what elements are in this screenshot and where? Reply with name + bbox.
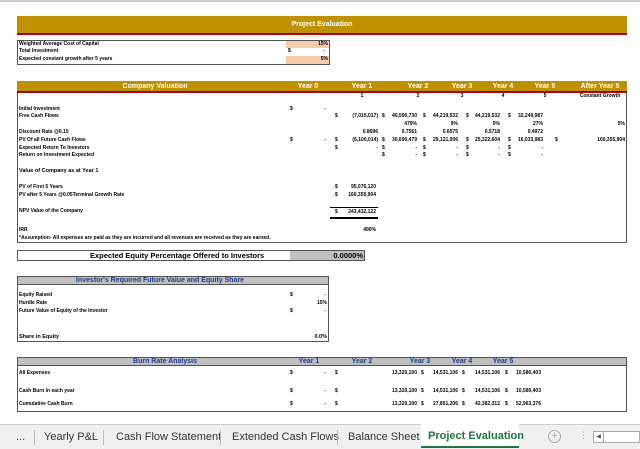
period-number: Constant Growth xyxy=(579,93,621,99)
growth-value: 5% xyxy=(617,121,625,127)
row-label: Hurdle Rate xyxy=(19,300,48,306)
growth-label: Expected constant growth after 5 years xyxy=(19,56,113,62)
tab-yearly-pl[interactable]: Yearly P&L xyxy=(44,429,98,445)
row-label: Expected Return To Investors xyxy=(19,145,90,151)
value: - xyxy=(324,401,326,407)
growth-value: 5% xyxy=(320,56,328,62)
row-label: NPV Value of the Company xyxy=(19,208,83,214)
row-label: PV Of all Future Cash Flows xyxy=(19,137,86,143)
burn-column-header: Year 5 xyxy=(492,358,514,365)
row-label: IRR xyxy=(19,227,28,233)
section-title: Company Valuation xyxy=(122,83,188,90)
row-label: Cash Burn in each year xyxy=(19,388,75,394)
tab-extended-cash-flows[interactable]: Extended Cash Flows xyxy=(232,429,339,445)
column-header-strip xyxy=(0,0,640,2)
value: 15% xyxy=(316,300,327,306)
more-options-icon[interactable]: ⋮ xyxy=(579,430,588,441)
investment-label: Total Investment xyxy=(19,48,59,54)
value: 160,355,904 xyxy=(348,192,376,198)
wacc-label: Weighted Average Cost of Capital xyxy=(19,41,99,47)
value: 95,076,120 xyxy=(350,184,376,190)
tab-divider xyxy=(34,430,35,445)
value: - xyxy=(324,370,326,376)
tab-label: Project Evaluation xyxy=(428,430,524,442)
sheet-tab-bar: ... Yearly P&L Cash Flow Statement Exten… xyxy=(0,424,640,449)
equity-offer-label: Expected Equity Percentage Offered to In… xyxy=(90,251,265,260)
scroll-left-icon[interactable]: ◀ xyxy=(594,432,604,442)
value: 16,033,983 xyxy=(517,137,543,143)
row-label: Discount Rate @0.15 xyxy=(19,129,69,135)
horizontal-scrollbar[interactable]: ◀ xyxy=(593,431,640,443)
value: 160,355,904 xyxy=(597,137,625,143)
tab-divider xyxy=(337,430,338,445)
value: - xyxy=(324,308,326,314)
row-label: Free Cash Flows xyxy=(19,113,59,119)
investment-value: - xyxy=(323,48,325,54)
wacc-value: 15% xyxy=(317,41,328,47)
value: - xyxy=(541,145,543,151)
value: 10,580,403 xyxy=(515,388,541,394)
value: 243,432,122 xyxy=(348,209,376,215)
value: - xyxy=(324,388,326,394)
value: - xyxy=(541,152,543,158)
row-label: Return on Investment Expected xyxy=(19,152,95,158)
tab-divider xyxy=(220,430,221,445)
value: - xyxy=(324,292,326,298)
value: 490% xyxy=(363,227,376,233)
investor-title: Investor's Required Future Value and Equ… xyxy=(75,277,245,284)
share-value: 0.0% xyxy=(314,334,327,340)
row-label: Future Value of Equity of the Investor xyxy=(19,308,108,314)
row-label: PV after 5 Years @0.05Terminal Growth Ra… xyxy=(19,192,125,198)
value: 52,963,376 xyxy=(515,401,541,407)
row-label: All Expenses xyxy=(19,370,51,376)
npv-double-underline xyxy=(330,217,378,219)
assumption-note: *Assumption- All expenses are paid as th… xyxy=(19,235,271,241)
growth-value: 27% xyxy=(532,121,543,127)
page-title: Project Evaluation xyxy=(291,21,353,28)
row-label: Initial Investment xyxy=(19,106,60,112)
tab-balance-sheet[interactable]: Balance Sheet xyxy=(348,429,420,445)
share-label: Share in Equity xyxy=(19,334,60,340)
column-header: After Year 5 xyxy=(580,83,620,90)
value: 10,580,403 xyxy=(515,370,541,376)
row-label: PV of First 5 Years xyxy=(19,184,63,190)
equity-offer-value: 0.0000% xyxy=(333,251,363,260)
tab-more[interactable]: ... xyxy=(16,429,25,445)
title-bar: Project Evaluation xyxy=(17,16,627,35)
row-label: Equity Raised xyxy=(19,292,53,298)
tab-divider xyxy=(103,430,104,445)
add-sheet-icon[interactable]: + xyxy=(548,430,561,443)
tab-project-evaluation[interactable]: Project Evaluation xyxy=(421,424,524,448)
subsection-title: Value of Company as at Year 1 xyxy=(19,168,99,174)
value: 32,249,987 xyxy=(517,113,543,119)
row-label: Cumulative Cash Burn xyxy=(19,401,73,407)
tab-cash-flow-statement[interactable]: Cash Flow Statement xyxy=(116,429,221,445)
npv-underline xyxy=(330,207,378,208)
value: - xyxy=(324,106,326,112)
value: 0.4972 xyxy=(527,129,543,135)
